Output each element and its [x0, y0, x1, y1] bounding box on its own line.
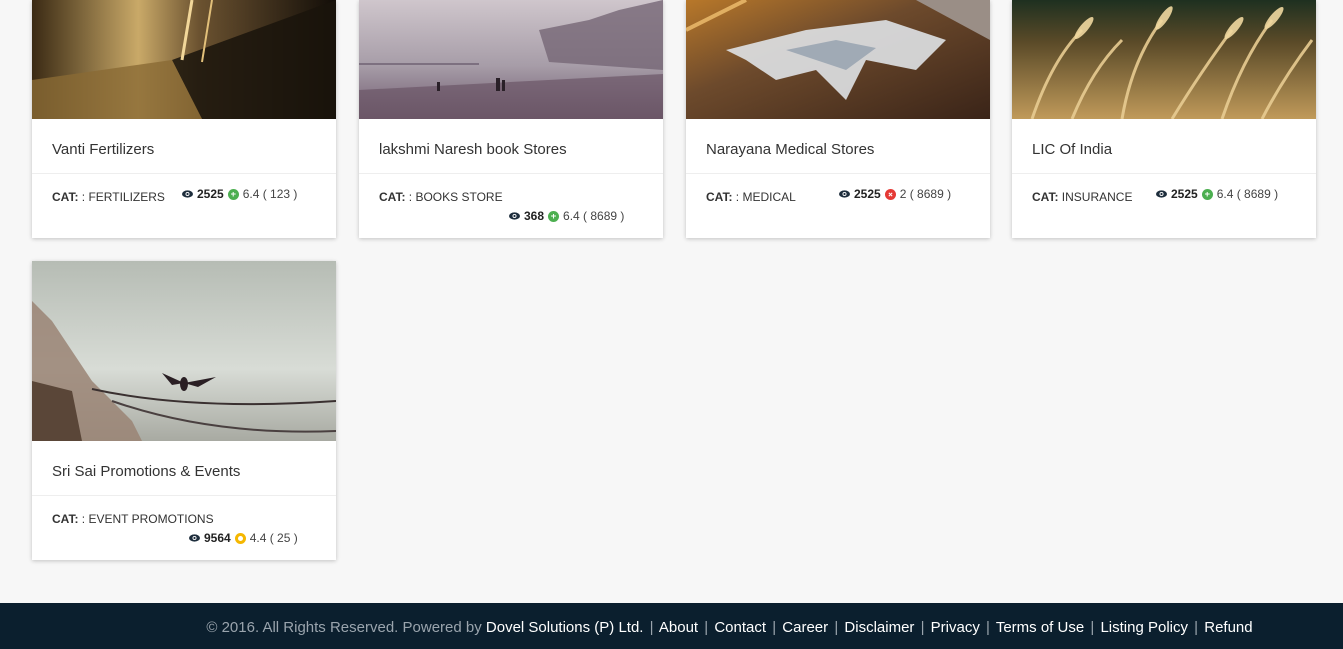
category-label: CAT:: [1032, 190, 1059, 204]
contact-link[interactable]: Contact: [714, 619, 766, 636]
footer: © 2016. All Rights Reserved. Powered by …: [0, 603, 1343, 649]
listing-stats: 9564 4.4 ( 25 ): [189, 531, 298, 545]
rating-text: 4.4 ( 25 ): [249, 531, 298, 545]
view-count: 368: [524, 209, 545, 223]
rating-text: 2 ( 8689 ): [899, 187, 952, 201]
listing-card[interactable]: Vanti Fertilizers CAT: : FERTILIZERS 252…: [32, 0, 336, 238]
listing-title[interactable]: Narayana Medical Stores: [686, 119, 990, 174]
listing-title[interactable]: lakshmi Naresh book Stores: [359, 119, 663, 174]
category: CAT: : EVENT PROMOTIONS: [52, 512, 214, 526]
hallway-image[interactable]: [32, 0, 336, 119]
category-value: INSURANCE: [1061, 190, 1133, 204]
view-count: 2525: [1171, 187, 1198, 201]
category-value: : BOOKS STORE: [408, 190, 503, 204]
category-label: CAT:: [706, 190, 733, 204]
plus-circle-icon: [1201, 188, 1213, 200]
listing-card[interactable]: lakshmi Naresh book Stores CAT: : BOOKS …: [359, 0, 663, 238]
rating-text: 6.4 ( 8689 ): [563, 209, 625, 223]
listing-title[interactable]: LIC Of India: [1012, 119, 1316, 174]
category: CAT: : MEDICAL: [706, 190, 796, 204]
rating-text: 6.4 ( 123 ): [242, 187, 298, 201]
eye-icon: [1156, 190, 1167, 198]
category: CAT: INSURANCE: [1032, 190, 1132, 204]
separator: |: [1090, 619, 1095, 636]
separator: |: [920, 619, 925, 636]
beach-image[interactable]: [359, 0, 663, 119]
listing-title[interactable]: Sri Sai Promotions & Events: [32, 441, 336, 496]
category-value: : EVENT PROMOTIONS: [81, 512, 214, 526]
separator: |: [649, 619, 654, 636]
listing-title[interactable]: Vanti Fertilizers: [32, 119, 336, 174]
separator: |: [986, 619, 990, 636]
about-link[interactable]: About: [659, 619, 698, 636]
category-label: CAT:: [52, 190, 79, 204]
category: CAT: : FERTILIZERS: [52, 190, 165, 204]
circle-icon: [234, 532, 246, 544]
category-value: : MEDICAL: [735, 190, 796, 204]
road-puddle-image[interactable]: [686, 0, 990, 119]
listing-card[interactable]: Narayana Medical Stores CAT: : MEDICAL 2…: [686, 0, 990, 238]
eye-icon: [189, 534, 200, 542]
copyright-text: © 2016. All Rights Reserved. Powered by: [206, 619, 486, 636]
privacy-link[interactable]: Privacy: [931, 619, 980, 636]
career-link[interactable]: Career: [782, 619, 828, 636]
listing-stats: 2525 6.4 ( 8689 ): [1156, 187, 1278, 201]
terms-link[interactable]: Terms of Use: [996, 619, 1084, 636]
category-value: : FERTILIZERS: [81, 190, 165, 204]
view-count: 2525: [854, 187, 881, 201]
separator: |: [1194, 619, 1199, 636]
eye-icon: [182, 190, 193, 198]
category-label: CAT:: [379, 190, 406, 204]
listing-stats: 368 6.4 ( 8689 ): [509, 209, 624, 223]
listing-policy-link[interactable]: Listing Policy: [1100, 619, 1188, 636]
disclaimer-link[interactable]: Disclaimer: [844, 619, 914, 636]
refund-link[interactable]: Refund: [1204, 619, 1252, 636]
separator: |: [704, 619, 709, 636]
view-count: 9564: [204, 531, 231, 545]
close-circle-icon: [884, 188, 896, 200]
listing-card[interactable]: Sri Sai Promotions & Events CAT: : EVENT…: [32, 261, 336, 560]
company-link[interactable]: Dovel Solutions (P) Ltd.: [486, 619, 644, 636]
bird-lake-image[interactable]: [32, 261, 336, 441]
listing-stats: 2525 6.4 ( 123 ): [182, 187, 297, 201]
eye-icon: [509, 212, 520, 220]
listing-stats: 2525 2 ( 8689 ): [839, 187, 951, 201]
separator: |: [834, 619, 839, 636]
wheat-image[interactable]: [1012, 0, 1316, 119]
rating-text: 6.4 ( 8689 ): [1216, 187, 1279, 201]
category: CAT: : BOOKS STORE: [379, 190, 503, 204]
category-label: CAT:: [52, 512, 79, 526]
plus-circle-icon: [548, 210, 560, 222]
plus-circle-icon: [227, 188, 239, 200]
eye-icon: [839, 190, 850, 198]
view-count: 2525: [197, 187, 224, 201]
listing-card[interactable]: LIC Of India CAT: INSURANCE 2525 6.4 ( 8…: [1012, 0, 1316, 238]
separator: |: [772, 619, 777, 636]
